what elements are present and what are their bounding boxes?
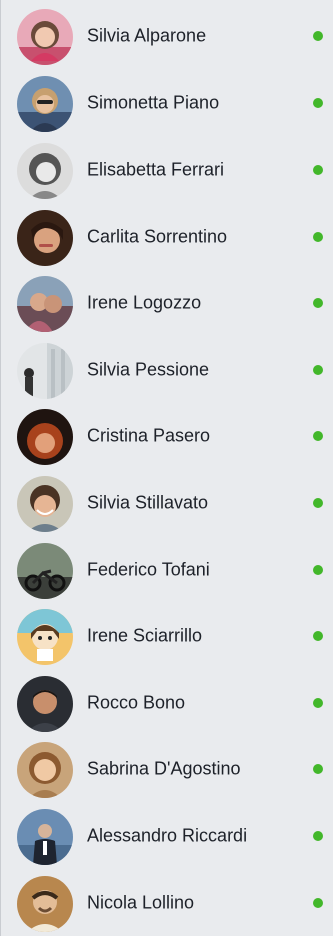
avatar xyxy=(17,409,73,465)
contact-name: Carlita Sorrentino xyxy=(87,226,228,247)
contact-name: Silvia Alparone xyxy=(87,25,207,46)
online-status-dot xyxy=(313,165,323,175)
online-status-dot xyxy=(313,31,323,41)
avatar xyxy=(17,76,73,132)
contact-name: Sabrina D'Agostino xyxy=(87,758,241,779)
contact-silvia-pessione[interactable]: Silvia Pessione xyxy=(1,337,333,403)
avatar xyxy=(17,276,73,332)
contact-sabrina-dagostino[interactable]: Sabrina D'Agostino xyxy=(1,736,333,802)
online-status-dot xyxy=(313,431,323,441)
contact-name: Silvia Pessione xyxy=(87,359,210,380)
contact-name: Irene Sciarrillo xyxy=(87,625,203,646)
avatar xyxy=(17,476,73,532)
online-status-dot xyxy=(313,565,323,575)
contact-silvia-stillavato[interactable]: Silvia Stillavato xyxy=(1,470,333,536)
contact-federico-tofani[interactable]: Federico Tofani xyxy=(1,537,333,603)
contact-alessandro-riccardi[interactable]: Alessandro Riccardi xyxy=(1,803,333,869)
online-status-dot xyxy=(313,764,323,774)
contact-nicola-lollino[interactable]: Nicola Lollino xyxy=(1,870,333,936)
avatar xyxy=(17,210,73,266)
contact-simonetta-piano[interactable]: Simonetta Piano xyxy=(1,70,333,136)
contact-name: Alessandro Riccardi xyxy=(87,825,248,846)
avatar xyxy=(17,9,73,65)
online-status-dot xyxy=(313,98,323,108)
avatar xyxy=(17,143,73,199)
contact-name: Silvia Stillavato xyxy=(87,492,209,513)
contact-name: Elisabetta Ferrari xyxy=(87,159,225,180)
online-status-dot xyxy=(313,365,323,375)
chat-contacts-sidebar: Silvia Alparone Simonetta Piano Elisabet… xyxy=(0,0,333,936)
online-status-dot xyxy=(313,698,323,708)
contact-name: Rocco Bono xyxy=(87,692,186,713)
avatar xyxy=(17,609,73,665)
online-status-dot xyxy=(313,232,323,242)
online-status-dot xyxy=(313,298,323,308)
avatar xyxy=(17,742,73,798)
contact-elisabetta-ferrari[interactable]: Elisabetta Ferrari xyxy=(1,137,333,203)
contact-name: Nicola Lollino xyxy=(87,892,195,913)
contact-carlita-sorrentino[interactable]: Carlita Sorrentino xyxy=(1,204,333,270)
avatar xyxy=(17,543,73,599)
avatar xyxy=(17,876,73,932)
online-status-dot xyxy=(313,831,323,841)
avatar xyxy=(17,809,73,865)
contact-name: Federico Tofani xyxy=(87,559,210,580)
contact-name: Cristina Pasero xyxy=(87,425,211,446)
contact-rocco-bono[interactable]: Rocco Bono xyxy=(1,670,333,736)
contact-silvia-alparone[interactable]: Silvia Alparone xyxy=(1,3,333,69)
online-status-dot xyxy=(313,898,323,908)
contact-name: Irene Logozzo xyxy=(87,292,202,313)
contact-name: Simonetta Piano xyxy=(87,92,220,113)
avatar xyxy=(17,343,73,399)
contact-irene-logozzo[interactable]: Irene Logozzo xyxy=(1,270,333,336)
online-status-dot xyxy=(313,498,323,508)
online-status-dot xyxy=(313,631,323,641)
contact-irene-sciarrillo[interactable]: Irene Sciarrillo xyxy=(1,603,333,669)
avatar xyxy=(17,676,73,732)
contact-cristina-pasero[interactable]: Cristina Pasero xyxy=(1,403,333,469)
